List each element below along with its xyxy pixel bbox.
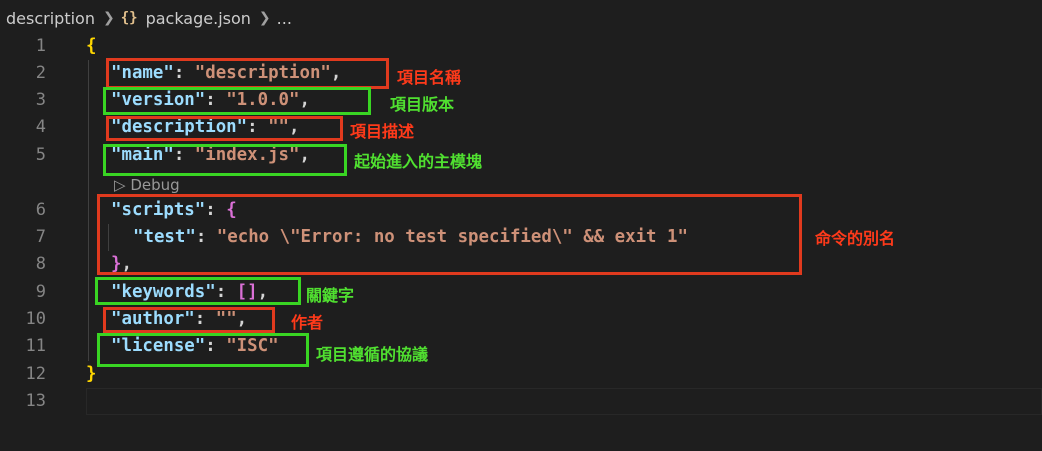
open-brace: { bbox=[86, 36, 97, 56]
main-highlight-box bbox=[103, 144, 347, 176]
debug-codelens[interactable]: ▷ Debug bbox=[114, 176, 180, 194]
breadcrumb-folder[interactable]: description bbox=[6, 9, 95, 28]
chevron-right-icon: ❯ bbox=[258, 10, 271, 26]
line-number: 1 bbox=[35, 36, 46, 56]
close-brace: } bbox=[86, 364, 97, 384]
keywords-highlight-box bbox=[95, 277, 301, 305]
line-number: 10 bbox=[25, 309, 46, 329]
current-line-highlight bbox=[86, 388, 1042, 415]
line-number: 4 bbox=[35, 117, 46, 137]
code-line-1[interactable]: { bbox=[86, 33, 96, 60]
play-icon: ▷ bbox=[114, 176, 126, 194]
line-number: 9 bbox=[35, 282, 46, 302]
keywords-annotation: 關鍵字 bbox=[306, 286, 355, 305]
scripts-highlight-box bbox=[97, 194, 802, 275]
author-highlight-box bbox=[103, 307, 275, 333]
line-number: 3 bbox=[35, 90, 46, 110]
line-number: 8 bbox=[35, 254, 46, 274]
license-annotation: 項目遵循的協議 bbox=[316, 345, 429, 364]
line-number: 2 bbox=[35, 63, 46, 83]
scripts-annotation: 命令的別名 bbox=[815, 229, 896, 248]
name-highlight-box bbox=[106, 58, 389, 89]
author-annotation: 作者 bbox=[291, 313, 324, 332]
breadcrumb-file[interactable]: package.json bbox=[146, 9, 251, 28]
description-annotation: 項目描述 bbox=[350, 122, 415, 141]
description-highlight-box bbox=[106, 116, 343, 141]
line-number: 6 bbox=[35, 200, 46, 220]
breadcrumb: description ❯ {} package.json ❯ ... bbox=[0, 0, 900, 36]
version-annotation: 項目版本 bbox=[390, 95, 455, 114]
code-editor[interactable]: description ❯ {} package.json ❯ ... 1 2 … bbox=[0, 0, 1042, 451]
debug-label: Debug bbox=[130, 176, 180, 194]
json-file-icon: {} bbox=[120, 10, 138, 26]
main-annotation: 起始進入的主模塊 bbox=[354, 152, 483, 171]
chevron-right-icon: ❯ bbox=[102, 10, 115, 26]
line-number: 7 bbox=[35, 227, 46, 247]
indent-guide bbox=[88, 60, 89, 361]
license-highlight-box bbox=[97, 333, 309, 367]
name-annotation: 項目名稱 bbox=[397, 68, 462, 87]
version-highlight-box bbox=[103, 87, 371, 115]
breadcrumb-more[interactable]: ... bbox=[277, 9, 292, 28]
line-number: 12 bbox=[25, 364, 46, 384]
line-number: 5 bbox=[35, 145, 46, 165]
line-number: 13 bbox=[25, 391, 46, 411]
line-number: 11 bbox=[25, 336, 46, 356]
code-line-12[interactable]: } bbox=[86, 361, 96, 388]
